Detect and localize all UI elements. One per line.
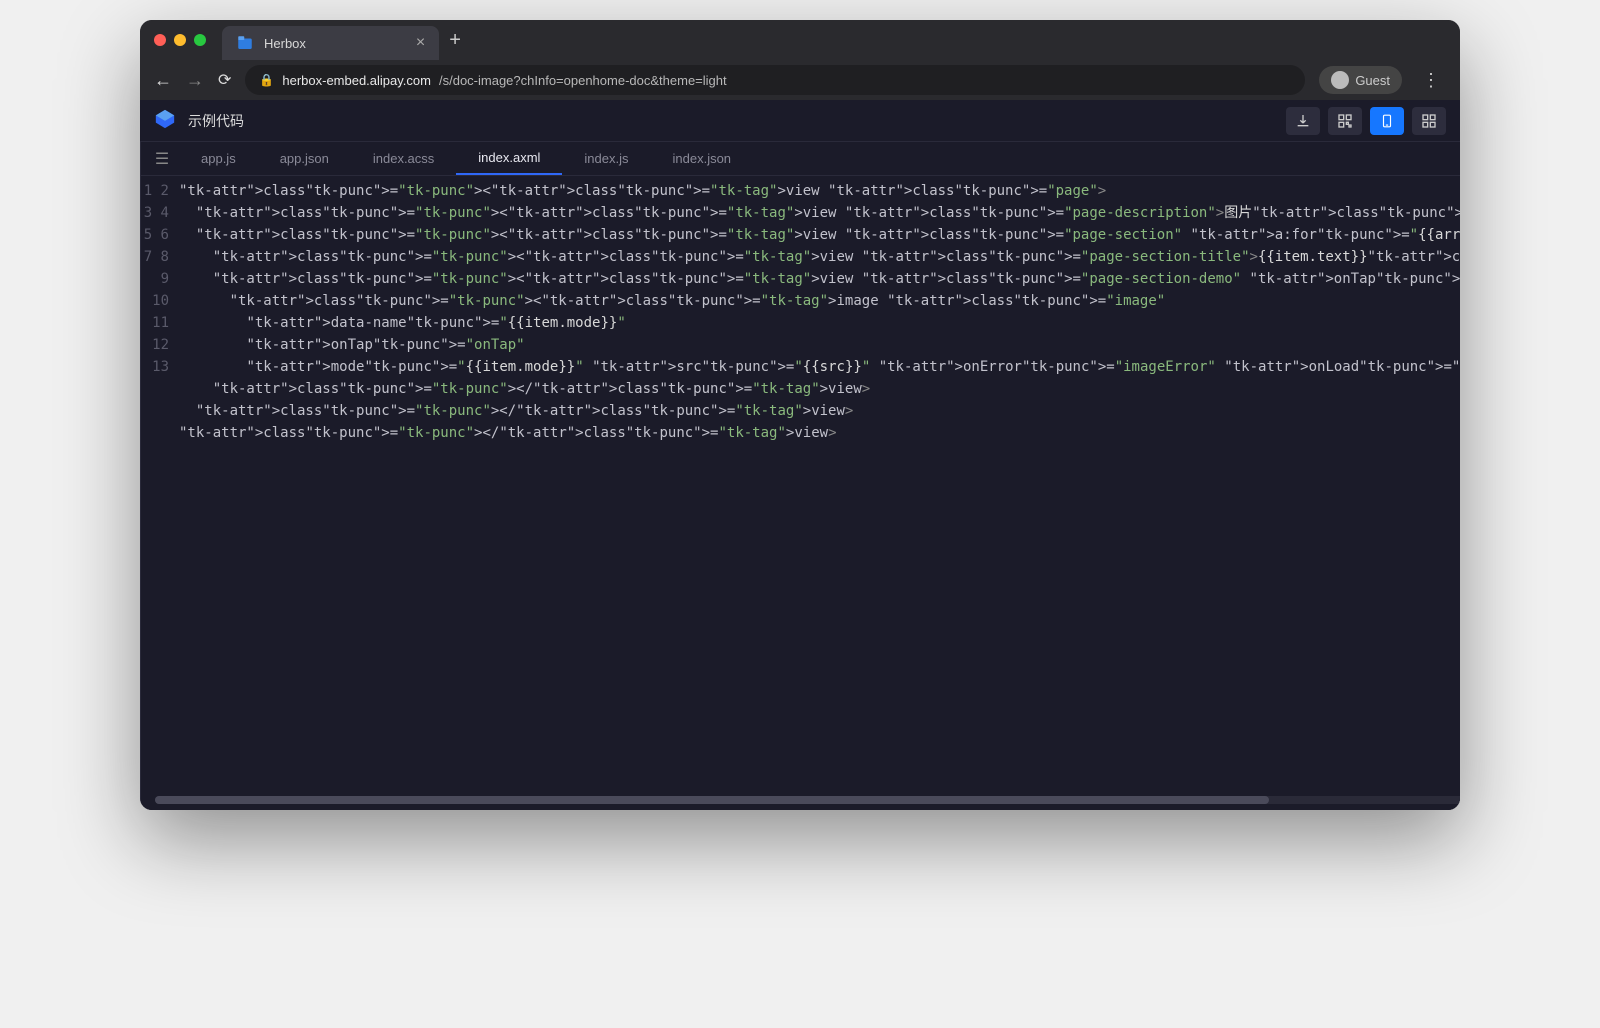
url-path: /s/doc-image?chInfo=openhome-doc&theme=l…	[439, 73, 727, 88]
herbox-logo-icon	[154, 108, 176, 133]
forward-button[interactable]: →	[186, 70, 204, 91]
tab-index-json[interactable]: index.json	[651, 142, 754, 175]
tab-index-acss[interactable]: index.acss	[351, 142, 456, 175]
new-tab-button[interactable]: +	[449, 29, 461, 52]
profile-label: Guest	[1355, 73, 1390, 88]
back-button[interactable]: ←	[154, 70, 172, 91]
favicon-icon	[236, 34, 254, 52]
code-editor[interactable]: 1 2 3 4 5 6 7 8 9 10 11 12 13 "tk-attr">…	[141, 176, 1460, 796]
herbox-header: 示例代码	[140, 100, 1460, 142]
tab-app-json[interactable]: app.json	[258, 142, 351, 175]
tab-index-axml[interactable]: index.axml	[456, 142, 562, 175]
maximize-window-icon[interactable]	[194, 34, 206, 46]
browser-toolbar: ← → ⟳ 🔒 herbox-embed.alipay.com/s/doc-im…	[140, 60, 1460, 100]
hamburger-icon[interactable]: ☰	[145, 149, 179, 169]
traffic-lights[interactable]	[154, 34, 206, 46]
download-button[interactable]	[1286, 107, 1320, 135]
tab-app-js[interactable]: app.js	[179, 142, 258, 175]
herbox-title: 示例代码	[188, 111, 1274, 131]
code-content[interactable]: "tk-attr">class"tk-punc">="tk-punc"><"tk…	[179, 176, 1460, 796]
profile-button[interactable]: Guest	[1319, 66, 1402, 94]
qrcode-button[interactable]	[1328, 107, 1362, 135]
minimize-window-icon[interactable]	[174, 34, 186, 46]
window-titlebar: Herbox × +	[140, 20, 1460, 60]
lock-icon: 🔒	[259, 73, 274, 87]
tab-title: Herbox	[264, 36, 306, 51]
browser-tab[interactable]: Herbox ×	[222, 26, 439, 60]
reload-button[interactable]: ⟳	[218, 70, 231, 90]
phone-preview-button[interactable]	[1370, 107, 1404, 135]
address-bar[interactable]: 🔒 herbox-embed.alipay.com/s/doc-image?ch…	[245, 65, 1305, 95]
editor-tabs: ☰ app.jsapp.jsonindex.acssindex.axmlinde…	[141, 142, 1460, 176]
horizontal-scroll[interactable]	[141, 796, 1460, 810]
avatar-icon	[1331, 71, 1349, 89]
url-host: herbox-embed.alipay.com	[282, 73, 431, 88]
layout-grid-button[interactable]	[1412, 107, 1446, 135]
editor-area: ☰ app.jsapp.jsonindex.acssindex.axmlinde…	[141, 142, 1460, 810]
close-tab-icon[interactable]: ×	[416, 34, 425, 52]
tab-index-js[interactable]: index.js	[562, 142, 650, 175]
close-window-icon[interactable]	[154, 34, 166, 46]
browser-menu-button[interactable]: ⋮	[1416, 70, 1446, 91]
line-numbers: 1 2 3 4 5 6 7 8 9 10 11 12 13	[141, 176, 179, 796]
